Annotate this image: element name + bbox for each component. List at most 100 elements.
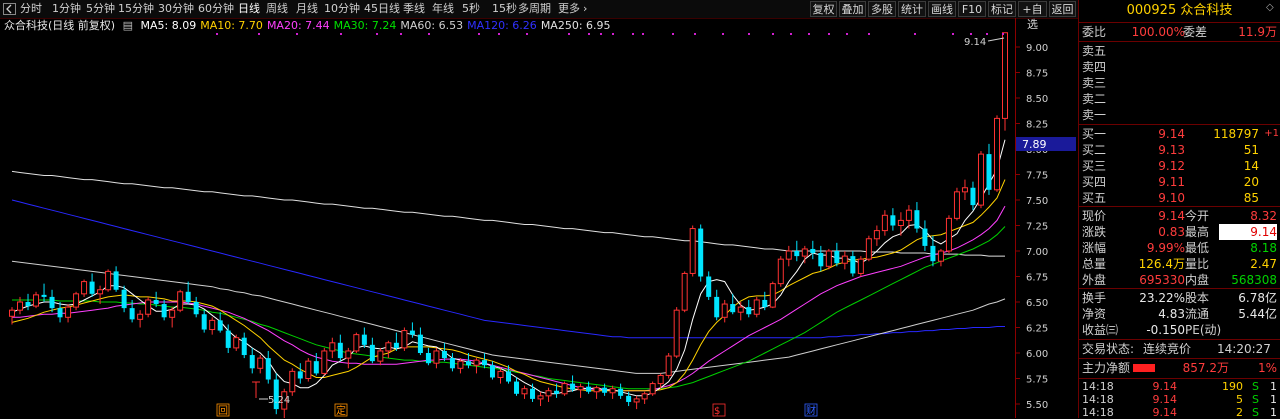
ma-legend-item: MA120: 6.26 (467, 19, 537, 32)
tab-12[interactable]: 年线 (432, 2, 454, 16)
toolbar-button-6[interactable]: 标记 (988, 1, 1016, 17)
candle-body (265, 358, 271, 380)
fund-label-2: 流通 (1185, 307, 1210, 321)
candle-body (545, 390, 552, 397)
tab-0[interactable]: 分时 (20, 2, 42, 16)
signal-dot (526, 33, 528, 35)
more-arrow-icon[interactable]: › (583, 2, 587, 16)
candle-body (241, 337, 247, 356)
quote-label-1: 总量 (1082, 257, 1107, 271)
toolbar-button-4[interactable]: 画线 (928, 1, 956, 17)
quote-value-2: 9.14 (1219, 224, 1277, 240)
tick-side: S (1252, 393, 1259, 406)
candle-body (977, 153, 984, 206)
kline-chart[interactable]: 9.008.758.508.258.007.757.507.257.006.75… (0, 18, 1078, 418)
candle-body (873, 230, 880, 240)
tab-1[interactable]: 1分钟 (52, 2, 81, 16)
y-tick-label: 7.25 (1026, 222, 1048, 233)
fund-value-1: 4.83 (1158, 307, 1185, 321)
candle-body (129, 308, 135, 320)
candle-body (746, 307, 752, 315)
candle-body (185, 291, 191, 302)
fund-row: 净资 4.83 流通 5.44亿 (1079, 306, 1280, 322)
signal-dot (600, 33, 602, 35)
quote-value-1: 695330 (1139, 273, 1185, 287)
quote-value-1: 9.14 (1158, 209, 1185, 223)
toolbar-button-2[interactable]: 多股 (868, 1, 896, 17)
tab-8[interactable]: 月线 (296, 2, 318, 16)
tab-4[interactable]: 30分钟 (158, 2, 194, 16)
candle-body (105, 270, 112, 291)
signal-dot (216, 33, 218, 35)
toolbar-button-7[interactable]: +自选 (1018, 1, 1047, 31)
candle-body (914, 210, 920, 229)
signal-dot (986, 33, 988, 35)
buy-label: 买四 (1082, 175, 1107, 189)
candle-body (449, 358, 455, 369)
buy-price: 9.14 (1158, 127, 1185, 141)
tab-3[interactable]: 15分钟 (118, 2, 154, 16)
y-tick-label: 8.25 (1026, 120, 1048, 131)
tab-5[interactable]: 60分钟 (198, 2, 234, 16)
quote-value-2: 8.18 (1250, 241, 1277, 255)
toolbar-button-0[interactable]: 复权 (810, 1, 837, 17)
signal-dot (612, 33, 614, 35)
candle-body (65, 306, 72, 318)
tab-2[interactable]: 5分钟 (86, 2, 115, 16)
candle-body (305, 360, 312, 380)
toolbar-button-8[interactable]: 返回 (1049, 1, 1076, 17)
quote-row: 涨跌 0.83 最高 9.14 (1079, 224, 1280, 240)
tab-6[interactable]: 日线 (238, 2, 260, 16)
candle-body (409, 330, 415, 335)
candle-body (433, 350, 440, 364)
event-marker[interactable]: 财 (806, 404, 816, 417)
event-marker[interactable]: $ (714, 406, 720, 417)
tab-10[interactable]: 45日线 (364, 2, 400, 16)
toolbar-button-5[interactable]: F10 (958, 1, 986, 17)
candle-body (641, 393, 648, 400)
y-tick-label: 7.50 (1026, 196, 1048, 207)
signal-dot (970, 33, 972, 35)
quote-value-1: 0.83 (1158, 225, 1185, 239)
signal-dot (748, 33, 750, 35)
candle-body (850, 256, 856, 274)
toolbar-button-3[interactable]: 统计 (898, 1, 926, 17)
candle-body (633, 398, 640, 403)
panel-collapse-icon[interactable]: ◇ (1266, 2, 1274, 13)
candle-body (514, 381, 520, 394)
tick-row: 14:18 9.14 2 S 1 (1079, 406, 1280, 419)
candle-body (41, 294, 47, 297)
toolbar-button-1[interactable]: 叠加 (839, 1, 866, 17)
y-tick-label: 9.00 (1026, 43, 1048, 54)
signal-dot (568, 33, 570, 35)
tab-14[interactable]: 15秒 (492, 2, 517, 16)
chart-menu-icon[interactable]: ▤ (123, 19, 133, 32)
low-price-label: 5.24 (268, 395, 290, 406)
ma-legend-item: MA20: 7.44 (266, 19, 330, 32)
candle-body (121, 289, 127, 309)
buy-price: 9.10 (1158, 191, 1185, 205)
tab-11[interactable]: 季线 (403, 2, 425, 16)
signal-dot (478, 33, 480, 35)
candle-body (1002, 32, 1008, 119)
candle-body (329, 342, 336, 352)
ma-legend-item: MA60: 6.53 (400, 19, 464, 32)
candle-body (369, 344, 375, 362)
tab-9[interactable]: 10分钟 (324, 2, 360, 16)
event-marker[interactable]: 定 (336, 404, 346, 417)
tab-7[interactable]: 周线 (266, 2, 288, 16)
tab-16[interactable]: 更多 (558, 2, 580, 16)
back-arrow-icon[interactable] (3, 3, 16, 15)
candle-body (233, 337, 240, 349)
quote-panel: 000925 众合科技 ◇ 委比 100.00% 委差 11.9万 卖五 卖四 卖三… (1078, 0, 1280, 419)
buy-label: 买二 (1082, 143, 1107, 157)
tick-count: 1 (1270, 380, 1277, 393)
candle-body (834, 251, 840, 264)
event-marker[interactable]: 回 (218, 405, 228, 417)
tab-13[interactable]: 5秒 (462, 2, 480, 16)
weicha-label: 委差 (1183, 25, 1208, 39)
tab-15[interactable]: 多周期 (518, 2, 551, 16)
candle-body (897, 219, 904, 226)
candle-body (169, 309, 176, 318)
candle-body (554, 390, 560, 394)
